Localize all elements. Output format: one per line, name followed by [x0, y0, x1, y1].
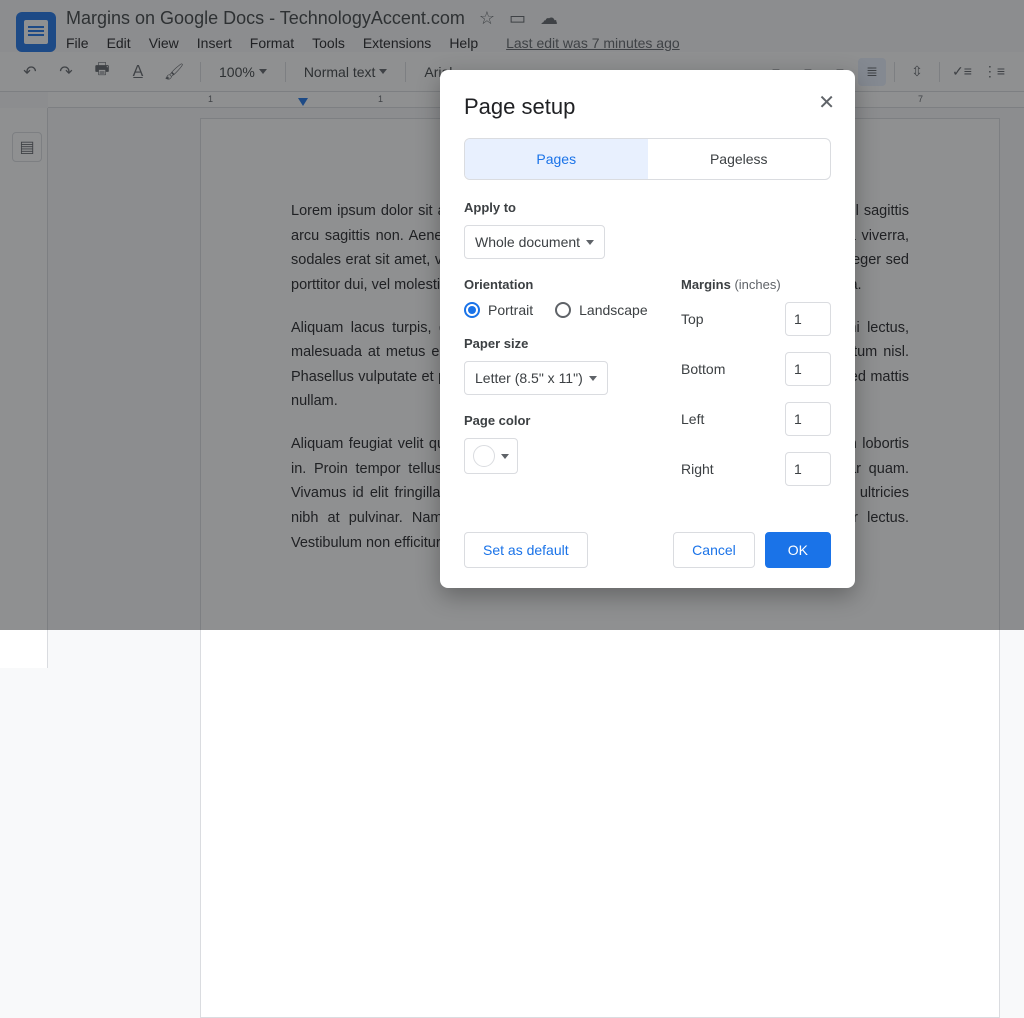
close-icon[interactable]: ✕: [818, 90, 835, 115]
page-setup-dialog: Page setup ✕ Pages Pageless Apply to Who…: [440, 70, 855, 588]
paper-size-label: Paper size: [464, 336, 651, 351]
chevron-down-icon: [589, 376, 597, 381]
margin-right-label: Right: [681, 461, 714, 477]
margin-bottom-label: Bottom: [681, 361, 725, 377]
orientation-label: Orientation: [464, 277, 651, 292]
paper-size-select[interactable]: Letter (8.5" x 11"): [464, 361, 608, 395]
dialog-tabs: Pages Pageless: [464, 138, 831, 180]
tab-pageless[interactable]: Pageless: [648, 139, 831, 179]
margin-top-input[interactable]: [785, 302, 831, 336]
margin-bottom-input[interactable]: [785, 352, 831, 386]
margin-right-input[interactable]: [785, 452, 831, 486]
page-color-label: Page color: [464, 413, 651, 428]
margin-left-input[interactable]: [785, 402, 831, 436]
tab-pages[interactable]: Pages: [465, 139, 648, 179]
cancel-button[interactable]: Cancel: [673, 532, 755, 568]
orientation-portrait-radio[interactable]: Portrait: [464, 302, 533, 318]
color-swatch-icon: [473, 445, 495, 467]
set-default-button[interactable]: Set as default: [464, 532, 588, 568]
margins-label: Margins (inches): [681, 277, 831, 292]
apply-to-select[interactable]: Whole document: [464, 225, 605, 259]
dialog-title: Page setup: [464, 94, 831, 120]
radio-unchecked-icon: [555, 302, 571, 318]
page-color-select[interactable]: [464, 438, 518, 474]
margin-top-label: Top: [681, 311, 704, 327]
apply-to-label: Apply to: [464, 200, 831, 215]
margin-left-label: Left: [681, 411, 704, 427]
chevron-down-icon: [586, 240, 594, 245]
ok-button[interactable]: OK: [765, 532, 831, 568]
radio-checked-icon: [464, 302, 480, 318]
orientation-landscape-radio[interactable]: Landscape: [555, 302, 648, 318]
chevron-down-icon: [501, 454, 509, 459]
